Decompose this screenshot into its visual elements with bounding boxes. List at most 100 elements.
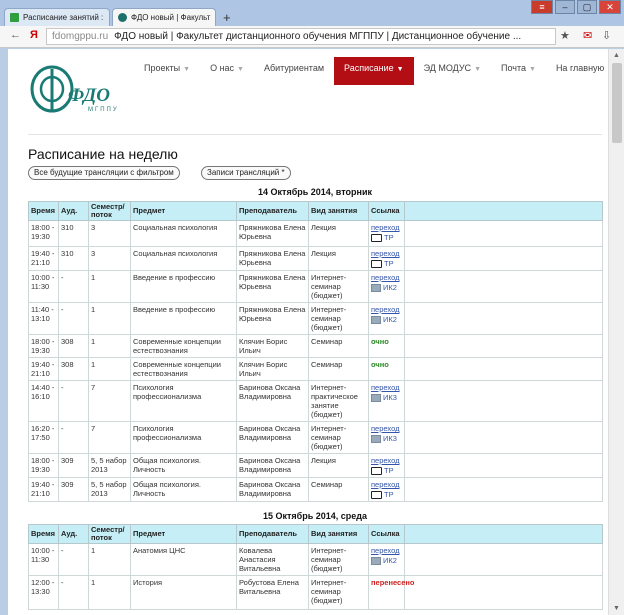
browser-tab-fdo[interactable]: ФДО новый | Факульт ×	[112, 8, 216, 26]
day-heading: 14 Октябрь 2014, вторник	[258, 187, 372, 197]
nav-applicants[interactable]: Абитуриентам	[254, 57, 334, 85]
broadcast-link[interactable]: переход	[371, 480, 402, 489]
cell-teacher: Баринова Оксана Владимировна	[236, 380, 309, 422]
nav-home[interactable]: На главную	[546, 57, 608, 85]
broadcast-source[interactable]: ТР	[371, 259, 402, 268]
image-icon	[371, 393, 381, 402]
broadcast-source[interactable]: ТР	[371, 490, 402, 499]
cell-teacher: Пряжникова Елена Юрьевна	[236, 246, 309, 271]
close-window-icon[interactable]: ✕	[599, 0, 621, 14]
nav-about[interactable]: О нас ▼	[200, 57, 254, 85]
day-heading: 15 Октябрь 2014, среда	[262, 511, 367, 521]
broadcast-link[interactable]: переход	[371, 305, 402, 314]
cell-room: 310	[58, 220, 89, 247]
vertical-scrollbar[interactable]: ▲ ▼	[608, 49, 624, 615]
cell-link: перенесено	[368, 575, 415, 610]
cell-empty	[404, 575, 603, 610]
broadcast-link[interactable]: переход	[371, 273, 402, 282]
cell-semester: 7	[88, 421, 131, 454]
broadcast-source[interactable]: ИК3	[371, 434, 402, 443]
cell-type: Семинар	[308, 357, 369, 381]
table-row: 19:40 - 21:10 310 3 Социальная психология Пр…	[28, 246, 603, 271]
cell-semester: 5, 5 набор 2013	[88, 477, 131, 502]
cell-semester: 1	[88, 543, 131, 576]
broadcast-source[interactable]: ТР	[371, 466, 402, 475]
close-tab-icon[interactable]: ×	[210, 13, 215, 23]
broadcast-link[interactable]: переход	[371, 223, 402, 232]
cell-time: 10:00 - 11:30	[28, 270, 59, 303]
broadcast-source[interactable]: ИК2	[371, 556, 402, 565]
cell-subject: Социальная психология	[130, 246, 237, 271]
status-badge: очно	[371, 360, 389, 369]
new-tab-icon[interactable]: +	[223, 10, 231, 25]
cell-time: 18:00 - 19:30	[28, 453, 59, 478]
url-domain: fdomgppu.ru	[52, 31, 109, 42]
cell-room: 308	[58, 334, 89, 358]
tv-icon	[371, 259, 382, 268]
broadcast-records-button[interactable]: Записи трансляций *	[201, 166, 291, 180]
cell-type: Интернет-семинар (бюджет)	[308, 575, 369, 610]
broadcast-source[interactable]: ИК3	[371, 393, 402, 402]
cell-teacher: Пряжникова Елена Юрьевна	[236, 302, 309, 335]
tv-icon	[371, 233, 382, 242]
broadcast-tag: ИК2	[383, 315, 397, 324]
nav-mail[interactable]: Почта ▼	[491, 57, 546, 85]
broadcast-source[interactable]: ТР	[371, 233, 402, 242]
back-icon[interactable]: ←	[10, 29, 21, 41]
site-logo[interactable]: ФДО МГППУ	[28, 63, 148, 123]
nav-schedule[interactable]: Расписание ▼	[334, 57, 414, 85]
cell-time: 18:00 - 19:30	[28, 220, 59, 247]
download-icon[interactable]: ⇩	[602, 29, 611, 42]
cell-subject: Современные концепции естествознания	[130, 357, 237, 381]
scroll-down-icon[interactable]: ▼	[613, 605, 620, 612]
nav-ed-modus[interactable]: ЭД МОДУС ▼	[414, 57, 491, 85]
cell-empty	[404, 334, 603, 358]
table-row: 10:00 - 11:30-1 Введение в профессию Пряжн…	[28, 270, 603, 303]
broadcast-tag: ТР	[384, 259, 394, 268]
mail-icon[interactable]: ✉	[583, 29, 592, 42]
cell-room: -	[58, 302, 89, 335]
chevron-down-icon: ▼	[396, 66, 404, 73]
table-row: 14:40 - 16:10-7 Психология профессионализ…	[28, 380, 603, 422]
minimize-icon[interactable]: –	[555, 0, 575, 14]
broadcast-link[interactable]: переход	[371, 546, 402, 555]
broadcast-source[interactable]: ИК2	[371, 315, 402, 324]
broadcast-tag: ТР	[384, 233, 394, 242]
column-header: Семестр/ поток	[88, 524, 131, 544]
menu-icon[interactable]: ≡	[531, 0, 553, 14]
cell-teacher: Пряжникова Елена Юрьевна	[236, 220, 309, 247]
cell-type: Интернет-семинар (бюджет)	[308, 270, 369, 303]
broadcast-tag: ИК3	[383, 434, 397, 443]
schedule-table: Время Ауд. Семестр/ поток Предмет Преподават…	[28, 524, 603, 610]
cell-empty	[404, 543, 603, 576]
broadcast-source[interactable]: ИК2	[371, 283, 402, 292]
cell-link: переход ТР	[368, 220, 405, 247]
tab-label: Расписание занятий :	[23, 13, 104, 22]
cell-time: 19:40 - 21:10	[28, 477, 59, 502]
cell-empty	[404, 357, 603, 381]
cell-link: переход ИК2	[368, 270, 405, 303]
address-bar[interactable]: fdomgppu.ru ФДО новый | Факультет дистанц…	[46, 28, 556, 45]
bookmark-star-icon[interactable]: ★	[560, 29, 570, 42]
broadcast-link[interactable]: переход	[371, 456, 402, 465]
broadcast-link[interactable]: переход	[371, 383, 402, 392]
broadcast-link[interactable]: переход	[371, 249, 402, 258]
scroll-up-icon[interactable]: ▲	[613, 52, 620, 59]
cell-semester: 1	[88, 575, 131, 610]
broadcast-link[interactable]: переход	[371, 424, 402, 433]
cell-semester: 1	[88, 270, 131, 303]
yandex-icon[interactable]: Я	[30, 29, 38, 41]
cell-link: переход ТР	[368, 477, 405, 502]
cell-subject: Введение в профессию	[130, 302, 237, 335]
cell-subject: История	[130, 575, 237, 610]
cell-time: 12:00 - 13:30	[28, 575, 59, 610]
cell-link: очно	[368, 357, 405, 381]
cell-subject: Социальная психология	[130, 220, 237, 247]
scrollbar-thumb[interactable]	[612, 63, 622, 143]
cell-type: Интернет-практическое занятие (бюджет)	[308, 380, 369, 422]
nav-projects[interactable]: Проекты ▼	[134, 57, 200, 85]
cell-semester: 1	[88, 302, 131, 335]
filter-broadcasts-button[interactable]: Все будущие трансляции с фильтром	[28, 166, 180, 180]
maximize-icon[interactable]: ▢	[577, 0, 597, 14]
browser-tab-schedule[interactable]: Расписание занятий :	[4, 8, 110, 26]
